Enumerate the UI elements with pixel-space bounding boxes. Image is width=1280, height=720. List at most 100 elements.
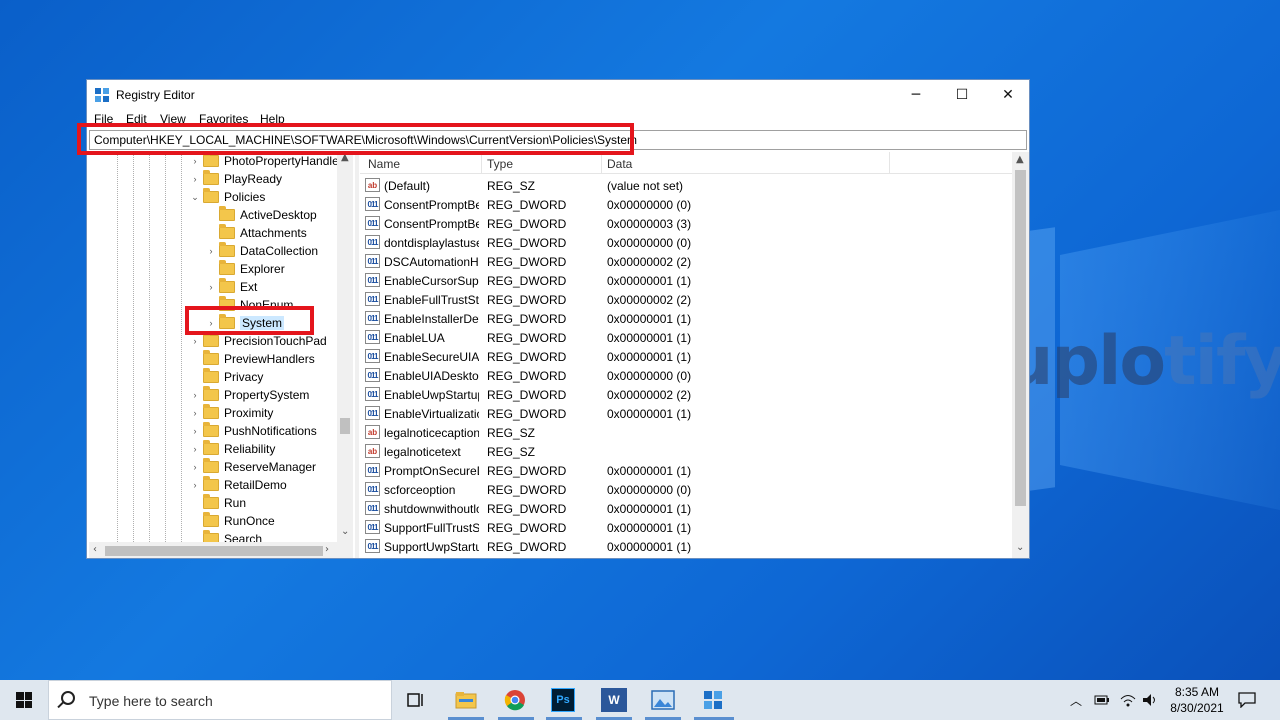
binary-value-icon: 011 (365, 387, 380, 401)
value-row[interactable]: ab (Default) REG_SZ (value not set) (360, 176, 1012, 195)
taskbar: Type here to search Ps W ︿ 8:35 AM 8/30/… (0, 680, 1280, 720)
notifications-icon[interactable] (1238, 680, 1256, 720)
tree-node[interactable]: › DataCollection (205, 242, 318, 260)
folder-icon (219, 206, 235, 221)
column-header-name[interactable]: Name (368, 157, 400, 171)
expand-chevron-icon[interactable]: › (205, 246, 217, 256)
value-name: EnableUIADesktopToggle (384, 369, 479, 383)
taskbar-search-box[interactable]: Type here to search (48, 680, 392, 720)
key-tree-pane[interactable]: › PhotoPropertyHandler › PlayReady ⌄ Policies… (89, 152, 353, 558)
folder-icon (203, 512, 219, 527)
tree-node[interactable]: › Reliability (189, 440, 275, 458)
tree-node[interactable]: RunOnce (189, 512, 275, 530)
expand-chevron-icon[interactable]: › (189, 336, 201, 346)
tree-horizontal-scrollbar[interactable]: ‹ › (89, 542, 353, 558)
value-row[interactable]: 011 PromptOnSecureDesktop REG_DWORD 0x00000… (360, 461, 1012, 480)
expand-chevron-icon[interactable]: › (189, 444, 201, 454)
close-button[interactable]: ✕ (985, 80, 1029, 110)
maximize-button[interactable]: ☐ (939, 80, 985, 110)
scroll-down-arrow-icon[interactable]: ⌄ (341, 526, 349, 537)
value-data: 0x00000001 (1) (607, 540, 692, 554)
file-explorer-icon[interactable] (452, 686, 480, 714)
value-row[interactable]: 011 DSCAutomationHostEnabled REG_DWORD 0x00… (360, 252, 1012, 271)
tree-node[interactable]: Run (189, 494, 246, 512)
tree-node-label: PropertySystem (224, 388, 310, 402)
list-vertical-scrollbar[interactable]: ▲ ⌄ (1012, 152, 1029, 558)
values-list-pane[interactable]: Name Type Data ab (Default) REG_SZ (value n… (360, 152, 1029, 558)
value-type: REG_DWORD (487, 331, 567, 345)
value-row[interactable]: 011 EnableUwpStartupTasks REG_DWORD 0x00000… (360, 385, 1012, 404)
binary-value-icon: 011 (365, 273, 380, 287)
value-row[interactable]: 011 EnableSecureUIAPaths REG_DWORD 0x000000… (360, 347, 1012, 366)
scroll-right-arrow-icon[interactable]: › (325, 544, 329, 555)
tree-vertical-scrollbar[interactable]: ▲ ⌄ (337, 152, 353, 542)
value-row[interactable]: 011 EnableCursorSuppression REG_DWORD 0x000… (360, 271, 1012, 290)
scroll-left-arrow-icon[interactable]: ‹ (93, 544, 97, 555)
tree-node[interactable]: › PushNotifications (189, 422, 317, 440)
image-viewer-icon[interactable] (649, 686, 677, 714)
tree-node[interactable]: › Ext (205, 278, 257, 296)
value-row[interactable]: ab legalnoticetext REG_SZ (360, 442, 1012, 461)
expand-chevron-icon[interactable]: › (189, 408, 201, 418)
expand-chevron-icon[interactable]: › (205, 282, 217, 292)
tree-hscroll-thumb[interactable] (105, 546, 323, 556)
expand-chevron-icon[interactable]: › (189, 426, 201, 436)
value-row[interactable]: 011 EnableInstallerDetection REG_DWORD 0x00… (360, 309, 1012, 328)
list-scroll-up-icon[interactable]: ▲ (1016, 154, 1024, 165)
tree-node[interactable]: › RetailDemo (189, 476, 287, 494)
wifi-icon[interactable] (1120, 680, 1136, 720)
value-data: (value not set) (607, 179, 684, 193)
list-scroll-down-icon[interactable]: ⌄ (1016, 542, 1024, 553)
expand-chevron-icon[interactable]: › (189, 156, 201, 166)
value-row[interactable]: ab legalnoticecaption REG_SZ (360, 423, 1012, 442)
system-clock[interactable]: 8:35 AM 8/30/2021 (1164, 684, 1230, 716)
chrome-icon[interactable] (501, 686, 529, 714)
minimize-button[interactable]: ─ (893, 80, 939, 110)
tree-node-label: Reliability (224, 442, 276, 456)
task-view-icon[interactable] (402, 686, 430, 714)
pane-splitter[interactable] (355, 152, 359, 558)
tree-scroll-thumb[interactable] (340, 418, 350, 434)
value-row[interactable]: 011 dontdisplaylastusername REG_DWORD 0x000… (360, 233, 1012, 252)
word-icon[interactable]: W (601, 688, 627, 712)
tree-node[interactable]: Attachments (205, 224, 307, 242)
value-type: REG_DWORD (487, 483, 567, 497)
tree-node[interactable]: PreviewHandlers (189, 350, 315, 368)
battery-icon[interactable] (1094, 680, 1110, 720)
value-row[interactable]: 011 shutdownwithoutlogon REG_DWORD 0x000000… (360, 499, 1012, 518)
tree-node[interactable]: › Proximity (189, 404, 273, 422)
tree-node[interactable]: › PropertySystem (189, 386, 309, 404)
volume-icon[interactable] (1142, 680, 1158, 720)
value-row[interactable]: 011 EnableUIADesktopToggle REG_DWORD 0x0000… (360, 366, 1012, 385)
expand-chevron-icon[interactable]: › (189, 480, 201, 490)
title-bar[interactable]: Registry Editor ─ ☐ ✕ (87, 80, 1029, 110)
column-header-data[interactable]: Data (607, 157, 632, 171)
value-row[interactable]: 011 scforceoption REG_DWORD 0x00000000 (0) (360, 480, 1012, 499)
value-type: REG_DWORD (487, 540, 567, 554)
show-hidden-icons[interactable]: ︿ (1070, 680, 1082, 720)
value-row[interactable]: 011 EnableVirtualization REG_DWORD 0x000000… (360, 404, 1012, 423)
tree-node[interactable]: ⌄ Policies (189, 188, 265, 206)
value-row[interactable]: 011 ConsentPromptBehaviorUser REG_DWORD 0x0… (360, 214, 1012, 233)
list-scroll-thumb[interactable] (1015, 170, 1026, 506)
value-row[interactable]: 011 SupportFullTrustStartupTasks REG_DWORD… (360, 518, 1012, 537)
tree-node[interactable]: Privacy (189, 368, 263, 386)
collapse-chevron-icon[interactable]: ⌄ (189, 192, 201, 203)
expand-chevron-icon[interactable]: › (189, 174, 201, 184)
value-row[interactable]: 011 ConsentPromptBehaviorAdmin REG_DWORD 0x… (360, 195, 1012, 214)
tree-node[interactable]: › PlayReady (189, 170, 282, 188)
tree-node[interactable]: ActiveDesktop (205, 206, 317, 224)
tree-node-label: Policies (224, 190, 266, 204)
expand-chevron-icon[interactable]: › (189, 390, 201, 400)
column-header-type[interactable]: Type (487, 157, 513, 171)
value-row[interactable]: 011 EnableFullTrustStartupTasks REG_DWORD 0… (360, 290, 1012, 309)
photoshop-icon[interactable]: Ps (551, 688, 575, 712)
value-row[interactable]: 011 EnableLUA REG_DWORD 0x00000001 (1) (360, 328, 1012, 347)
tree-node[interactable]: Explorer (205, 260, 285, 278)
registry-taskbar-icon[interactable] (699, 686, 727, 714)
expand-chevron-icon[interactable]: › (189, 462, 201, 472)
tree-node[interactable]: › ReserveManager (189, 458, 316, 476)
start-button[interactable] (0, 680, 48, 720)
folder-icon (203, 440, 219, 455)
value-row[interactable]: 011 SupportUwpStartupTasks REG_DWORD 0x0000… (360, 537, 1012, 556)
